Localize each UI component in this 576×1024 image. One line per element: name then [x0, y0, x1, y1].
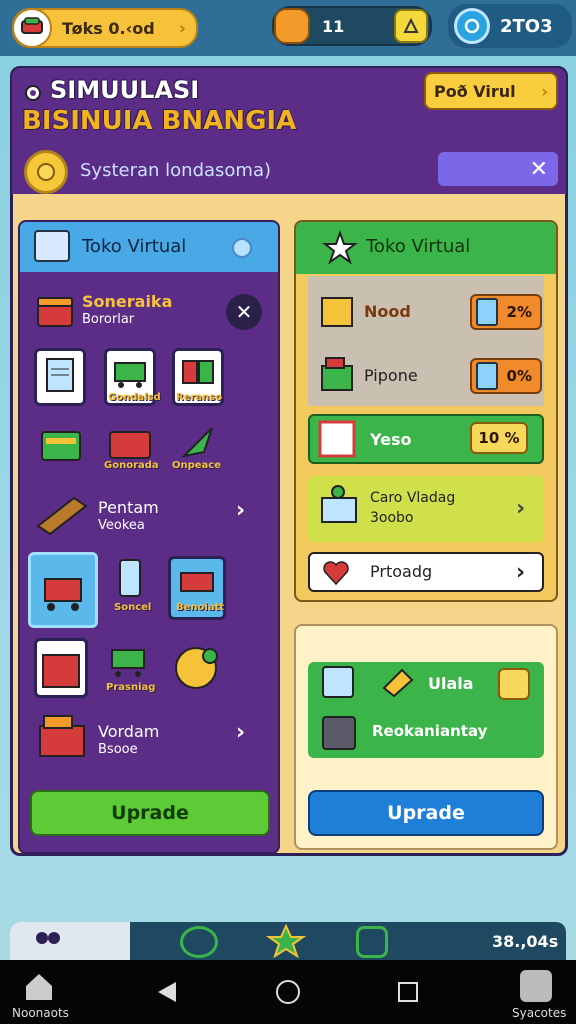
tab-people[interactable]: [10, 922, 130, 960]
mascot-icon: [168, 640, 228, 700]
chevron-right-icon: ›: [178, 17, 186, 39]
recents-icon[interactable]: [398, 982, 418, 1002]
add-energy-button[interactable]: [394, 9, 428, 43]
plus-icon[interactable]: [498, 668, 530, 700]
tile-gift[interactable]: [34, 638, 88, 698]
cash-register-icon: [34, 710, 90, 766]
gems-counter[interactable]: 2TO3: [448, 4, 572, 48]
home-circle-icon[interactable]: [276, 980, 300, 1004]
energy-counter[interactable]: 11: [272, 6, 432, 46]
row2-percent-value: 0%: [506, 367, 532, 385]
virtual-button-label: Poð Virul: [434, 81, 516, 101]
bottom-value: 38.,04s: [492, 932, 559, 951]
chest-icon: [36, 292, 74, 332]
basket-icon: [316, 482, 364, 534]
system-text: Systeran londasoma): [80, 160, 272, 181]
gem-icon: [454, 8, 490, 44]
phone-icon: [110, 556, 150, 608]
tile-cart-label: Gondalsd: [108, 392, 161, 403]
gear-icon: [22, 82, 44, 108]
info-icon[interactable]: [232, 238, 252, 258]
row1-percent-value: 2%: [506, 303, 532, 321]
shield-icon[interactable]: [356, 926, 388, 958]
item1-title: Soneraika: [82, 292, 173, 311]
item1-subtitle: Bororlar: [82, 312, 135, 327]
energy-value: 11: [322, 16, 345, 36]
item3-title: Vordam: [98, 722, 160, 741]
speaker-icon: [322, 716, 356, 750]
phone-icon: [476, 298, 498, 326]
ticket-icon: [380, 666, 416, 702]
store-icon: [34, 230, 70, 262]
left-panel-title: Toko Virtual: [82, 236, 187, 257]
upgrade-button-right[interactable]: Uprade: [308, 790, 544, 836]
chevron-right-icon: ›: [541, 81, 548, 101]
star-icon: [322, 230, 358, 270]
tile-document[interactable]: [34, 348, 86, 406]
settings-icon[interactable]: [520, 970, 552, 1002]
card-label-2: Reokaniantay: [372, 722, 488, 740]
row1-percent: 2%: [470, 294, 542, 330]
close-icon: ✕: [529, 156, 548, 182]
tile-box-label: Reranso: [176, 392, 223, 403]
crate-icon: [318, 354, 358, 398]
close-button[interactable]: ✕: [438, 152, 558, 186]
card-label-1: Ulala: [428, 674, 474, 693]
row4-title: Caro Vladag: [370, 490, 456, 506]
row3-label: Yeso: [370, 430, 412, 449]
page-subtitle: BISINUIA BNANGIA: [22, 106, 297, 136]
row1-label: Nood: [364, 302, 411, 321]
nav-right-label: Syacotes: [512, 1006, 567, 1020]
toolbox-label: Gonorada: [104, 460, 159, 471]
shop-cart-icon: [12, 8, 52, 48]
row2-percent: 0%: [470, 358, 542, 394]
gems-value: 2TO3: [500, 15, 553, 37]
page-title: SIMUULASI: [50, 76, 200, 104]
back-icon[interactable]: [156, 980, 178, 1008]
row4-subtitle: 3oobo: [370, 510, 414, 526]
phone-label: Soncel: [114, 602, 152, 613]
coins-counter[interactable]: Tøks 0.‹od ›: [12, 8, 198, 48]
photo-icon: [316, 418, 360, 466]
chevron-right-icon[interactable]: ›: [236, 720, 245, 745]
star-badge-icon[interactable]: [265, 923, 307, 962]
card-icon: [36, 424, 86, 472]
tile-selected-cart[interactable]: [28, 552, 98, 628]
coin-icon: [24, 150, 68, 194]
heart-icon: [322, 560, 350, 590]
upgrade-button-left[interactable]: Uprade: [30, 790, 270, 836]
item2-title: Pentam: [98, 498, 159, 517]
close-icon: ✕: [235, 300, 253, 324]
item3-subtitle: Bsooe: [98, 742, 138, 757]
box-icon: [318, 290, 358, 334]
tablet-icon: [322, 666, 354, 698]
hammer-icon: [274, 8, 310, 44]
right-panel-title: Toko Virtual: [366, 236, 471, 257]
monitor-icon: [476, 362, 498, 390]
row5-label: Prtoadg: [370, 562, 433, 581]
coins-value: Tøks 0.‹od: [62, 18, 155, 38]
virtual-button[interactable]: Poð Virul ›: [424, 72, 558, 110]
leaf-label: Onpeace: [172, 460, 222, 471]
row2-label: Pipone: [364, 366, 418, 385]
cart-label: Prasniag: [106, 682, 156, 693]
tile-cart-2-label: Benoiatt: [176, 602, 225, 613]
chevron-right-icon: ›: [516, 496, 526, 521]
chevron-right-icon[interactable]: ›: [236, 498, 245, 523]
cart-icon: [104, 640, 154, 686]
row3-percent: 10 %: [470, 422, 528, 454]
wood-plank-icon: [34, 490, 90, 540]
item2-subtitle: Veokea: [98, 518, 145, 533]
chevron-right-icon: ›: [516, 560, 526, 585]
close-item-button[interactable]: ✕: [226, 294, 262, 330]
clock-icon[interactable]: [180, 926, 218, 958]
home-icon[interactable]: [22, 970, 56, 1006]
nav-left-label: Noonaots: [12, 1006, 69, 1020]
